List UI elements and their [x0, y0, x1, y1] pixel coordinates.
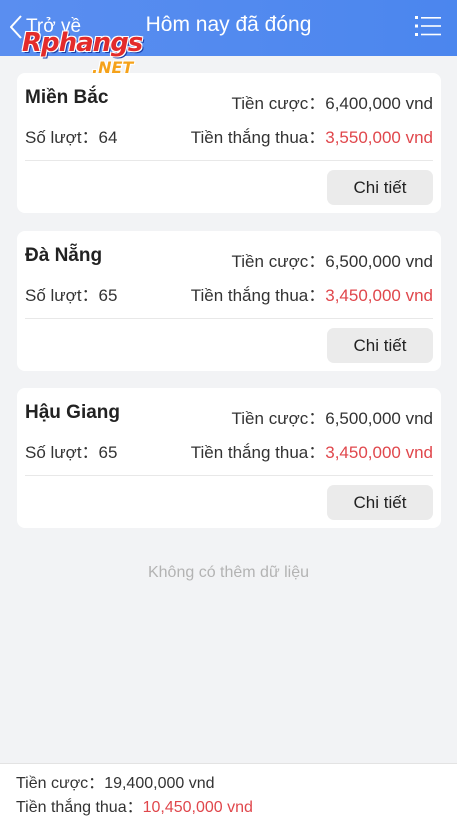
summary-footer: Tiền cược：19,400,000 vnd Tiền thắng thua… [0, 763, 457, 816]
turns-value: 64 [98, 128, 118, 147]
region-card-mien-bac: Miền Bắc Tiền cược：6,400,000 vnd Số lượt… [17, 73, 441, 213]
winloss-value: 3,550,000 vnd [325, 128, 433, 147]
bet-label: Tiền cược： [231, 409, 326, 428]
winloss-label: Tiền thắng thua： [190, 286, 326, 305]
bet-label: Tiền cược： [231, 252, 326, 271]
winloss-row: Tiền thắng thua：3,450,000 vnd [191, 281, 433, 306]
footer-bet-value: 19,400,000 vnd [104, 775, 215, 792]
turns-row: Số lượt：65 [25, 281, 117, 306]
region-name: Miền Bắc [25, 87, 109, 108]
turns-value: 65 [98, 443, 118, 462]
bet-value: 6,400,000 vnd [325, 94, 433, 113]
footer-winloss-label: Tiền thắng thua： [16, 799, 143, 816]
winloss-label: Tiền thắng thua： [190, 128, 326, 147]
watermark-main: Rphangs [22, 28, 143, 58]
winloss-value: 3,450,000 vnd [325, 443, 433, 462]
turns-label: Số lượt： [25, 286, 99, 305]
no-more-data-text: Không có thêm dữ liệu [147, 564, 310, 581]
bet-amount-row: Tiền cược：6,500,000 vnd [232, 404, 433, 429]
turns-label: Số lượt： [25, 443, 99, 462]
region-card-hau-giang: Hậu Giang Tiền cược：6,500,000 vnd Số lượ… [17, 388, 441, 528]
footer-winloss-value: 10,450,000 vnd [142, 799, 253, 816]
winloss-row: Tiền thắng thua：3,450,000 vnd [191, 438, 433, 463]
bet-amount-row: Tiền cược：6,500,000 vnd [232, 247, 433, 272]
detail-button[interactable]: Chi tiết [327, 170, 433, 205]
divider [25, 475, 433, 476]
winloss-label: Tiền thắng thua： [190, 443, 326, 462]
turns-label: Số lượt： [25, 128, 99, 147]
bet-value: 6,500,000 vnd [325, 409, 433, 428]
bet-value: 6,500,000 vnd [325, 252, 433, 271]
region-name: Đà Nẵng [25, 245, 103, 266]
winloss-row: Tiền thắng thua：3,550,000 vnd [191, 123, 433, 148]
winloss-value: 3,450,000 vnd [325, 286, 433, 305]
list-menu-icon[interactable] [415, 14, 441, 38]
turns-row: Số lượt：65 [25, 438, 117, 463]
region-name: Hậu Giang [25, 402, 121, 423]
turns-value: 65 [98, 286, 118, 305]
turns-row: Số lượt：64 [25, 123, 117, 148]
region-card-da-nang: Đà Nẵng Tiền cược：6,500,000 vnd Số lượt：… [17, 231, 441, 371]
bet-amount-row: Tiền cược：6,400,000 vnd [232, 89, 433, 114]
footer-winloss-total: Tiền thắng thua：10,450,000 vnd [16, 793, 253, 816]
divider [25, 160, 433, 161]
bet-label: Tiền cược： [231, 94, 326, 113]
footer-bet-total: Tiền cược：19,400,000 vnd [16, 769, 215, 793]
footer-bet-label: Tiền cược： [16, 775, 105, 792]
detail-button[interactable]: Chi tiết [327, 328, 433, 363]
divider [25, 318, 433, 319]
detail-button[interactable]: Chi tiết [327, 485, 433, 520]
